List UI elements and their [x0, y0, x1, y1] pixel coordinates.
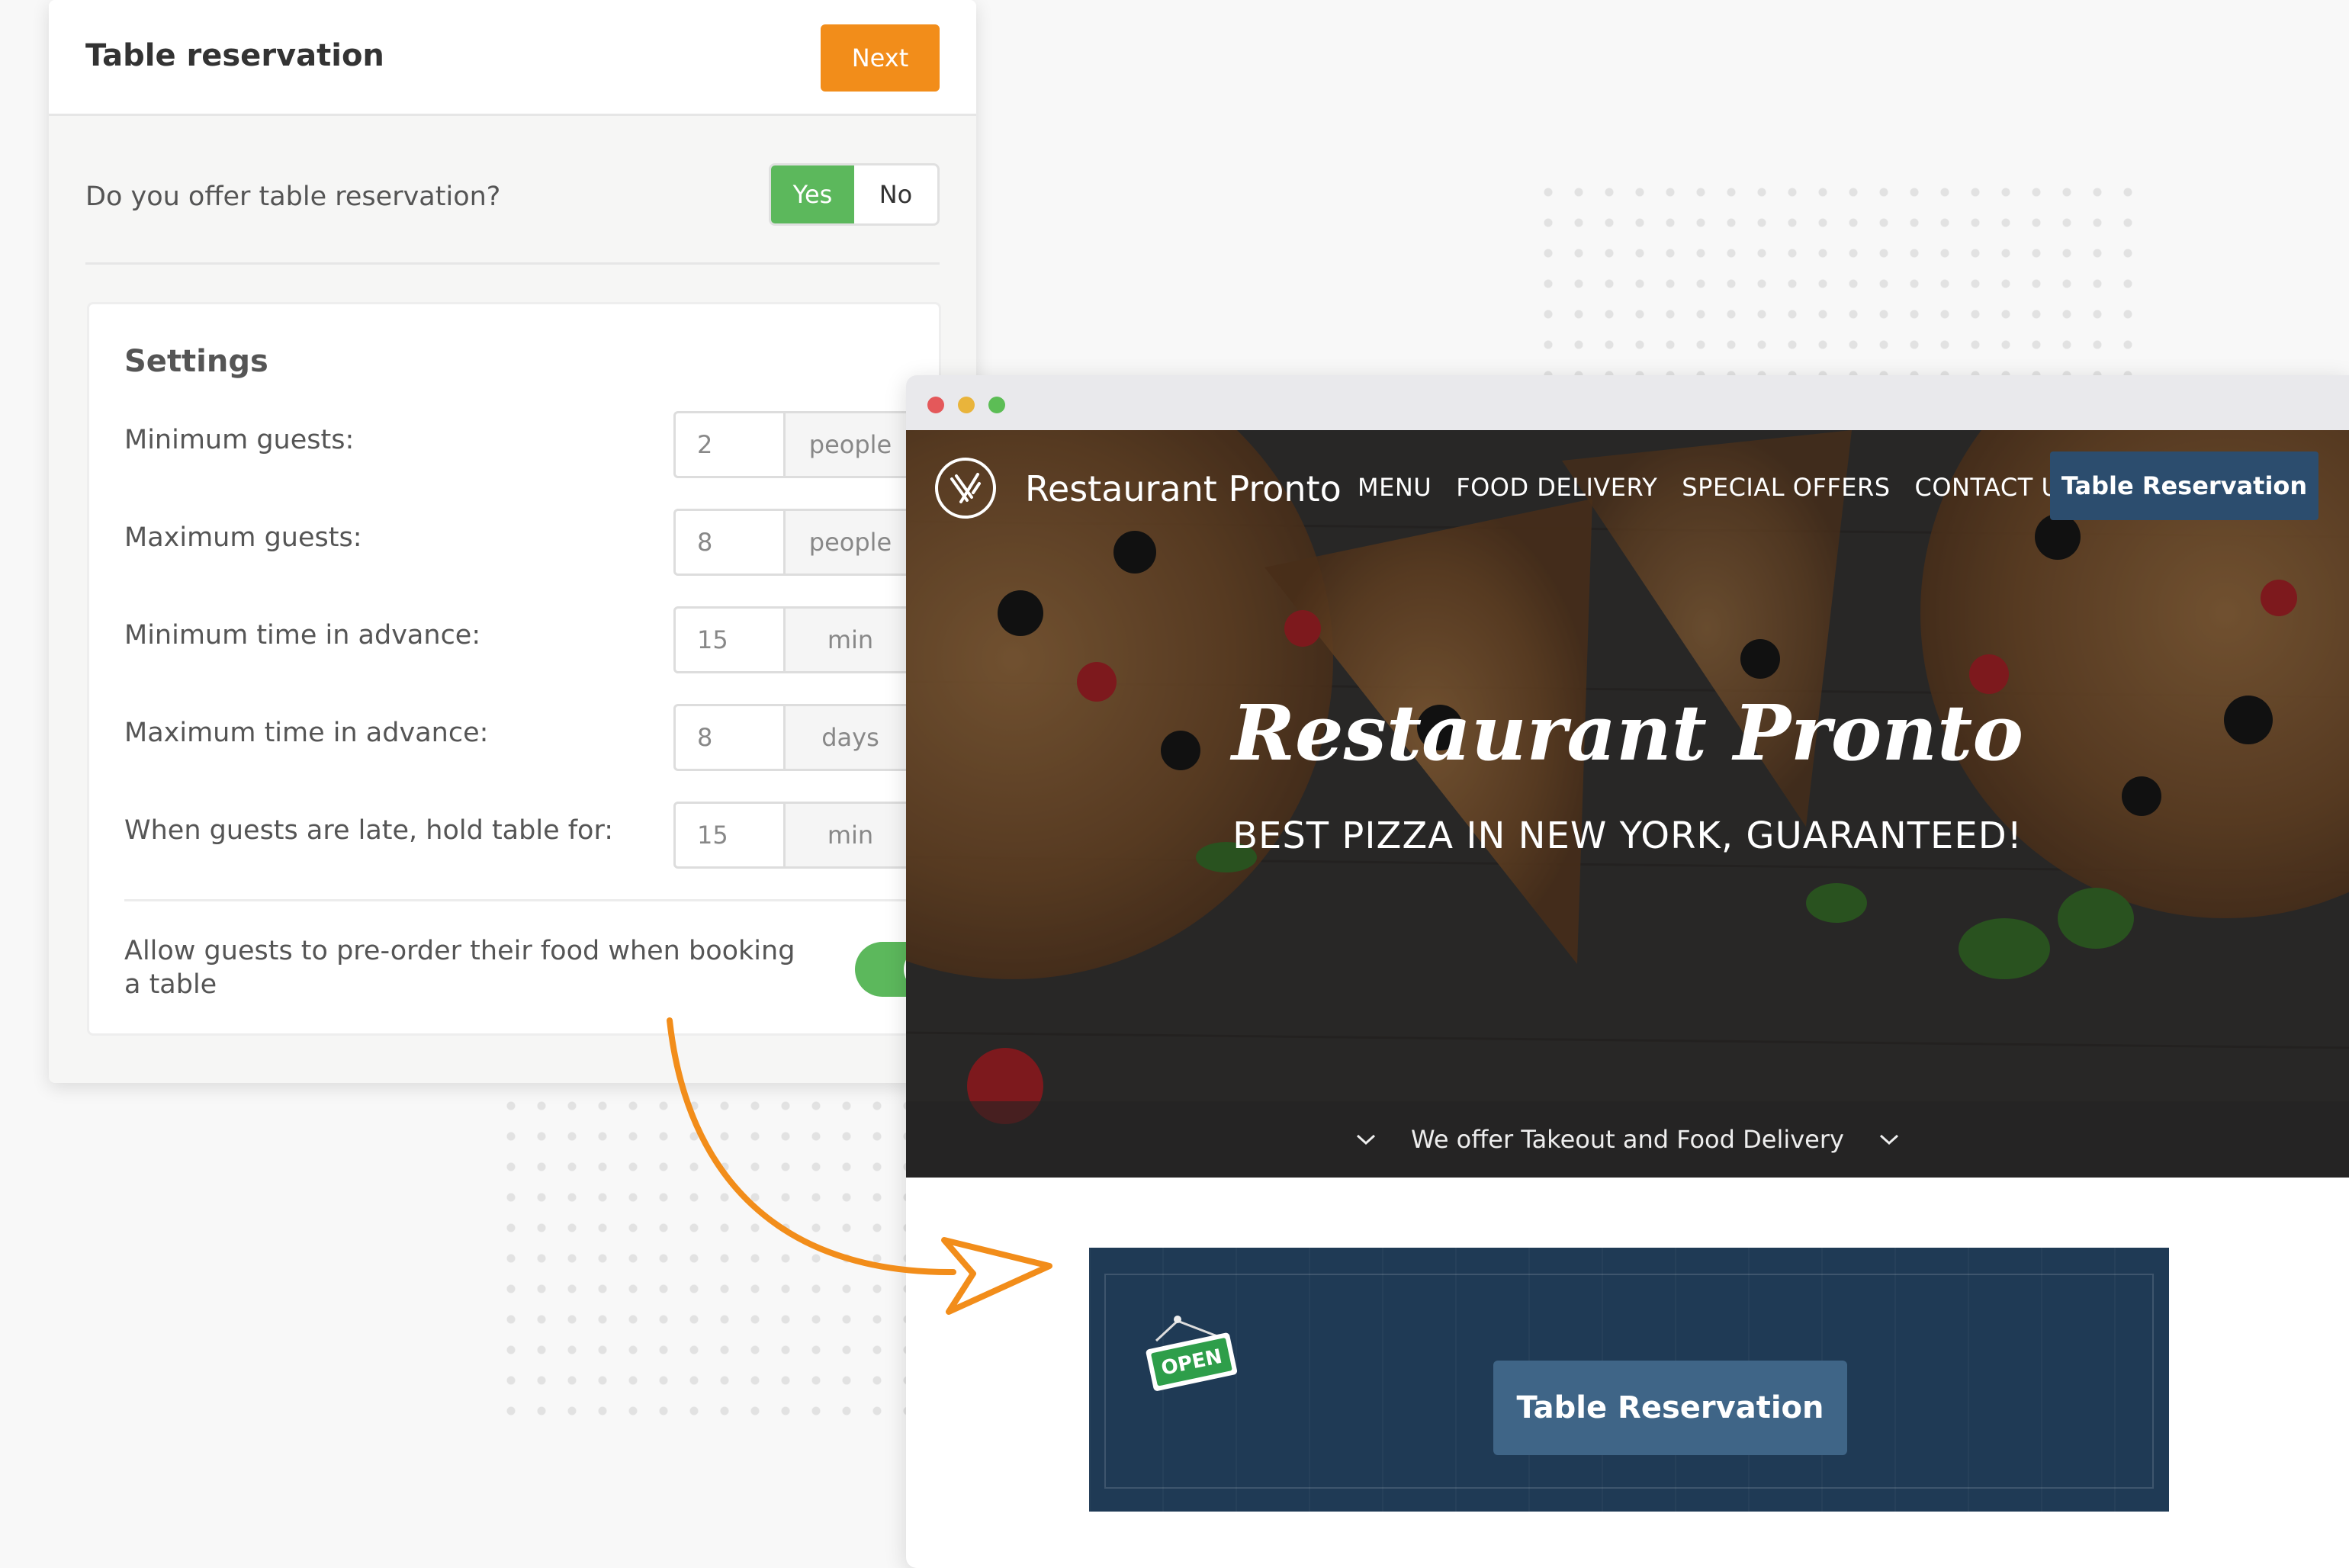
setting-label: Minimum guests: [124, 425, 355, 455]
max-guests-input[interactable]: 8 people [673, 509, 917, 576]
reservation-widget-frame: OPEN Table Reservation [1104, 1274, 2154, 1489]
nav-item-food-delivery[interactable]: FOOD DELIVERY [1456, 473, 1657, 502]
no-option[interactable]: No [854, 165, 937, 223]
panel-title: Table reservation [85, 38, 384, 73]
unit-addon: min [786, 609, 915, 671]
site-nav: MENU FOOD DELIVERY SPECIAL OFFERS CONTAC… [1358, 473, 2075, 502]
setting-label: Maximum time in advance: [124, 718, 489, 748]
site-name[interactable]: Restaurant Pronto [1025, 468, 1342, 509]
decorative-dots [1533, 177, 2143, 383]
settings-title: Settings [124, 344, 268, 379]
setting-row-min-advance: Minimum time in advance: 15 min [124, 606, 940, 673]
settings-card: Settings Minimum guests: 2 people Maximu… [87, 302, 953, 1036]
unit-addon: people [786, 413, 915, 476]
reservation-widget: OPEN Table Reservation [1089, 1248, 2169, 1512]
hold-table-input[interactable]: 15 min [673, 802, 917, 869]
min-guests-input[interactable]: 2 people [673, 411, 917, 478]
reservation-settings-panel: Table reservation Next Do you offer tabl… [49, 0, 976, 1083]
hero-title: Restaurant Pronto [1231, 688, 2024, 778]
input-value[interactable]: 15 [676, 609, 786, 671]
browser-window: Restaurant Pronto MENU FOOD DELIVERY SPE… [906, 375, 2349, 1568]
browser-titlebar [906, 375, 2349, 430]
setting-row-hold-table: When guests are late, hold table for: 15… [124, 802, 940, 869]
nav-item-menu[interactable]: MENU [1358, 473, 1432, 502]
divider [124, 899, 910, 901]
nav-table-reservation-button[interactable]: Table Reservation [2050, 451, 2318, 520]
chevron-down-icon[interactable] [1878, 1132, 1901, 1147]
open-sign-icon: OPEN [1146, 1316, 1238, 1391]
min-advance-input[interactable]: 15 min [673, 606, 917, 673]
next-button[interactable]: Next [821, 24, 940, 92]
input-value[interactable]: 15 [676, 804, 786, 866]
unit-addon: min [786, 804, 915, 866]
minimize-dot-icon[interactable] [958, 397, 975, 413]
setting-row-max-advance: Maximum time in advance: 8 days [124, 704, 940, 771]
input-value[interactable]: 2 [676, 413, 786, 476]
setting-label: Maximum guests: [124, 522, 362, 553]
hero-section: Restaurant Pronto MENU FOOD DELIVERY SPE… [906, 430, 2349, 1178]
pizza-background-image [906, 430, 2349, 1178]
unit-addon: people [786, 511, 915, 574]
curved-arrow-icon [667, 1017, 1052, 1315]
panel-header: Table reservation Next [49, 0, 976, 116]
fork-knife-logo-icon[interactable] [933, 456, 998, 520]
setting-label: When guests are late, hold table for: [124, 815, 614, 846]
chevron-down-icon[interactable] [1354, 1132, 1377, 1147]
takeout-text[interactable]: We offer Takeout and Food Delivery [1411, 1125, 1844, 1154]
table-reservation-button[interactable]: Table Reservation [1493, 1361, 1847, 1455]
yes-no-switch[interactable]: Yes No [769, 163, 940, 226]
input-value[interactable]: 8 [676, 511, 786, 574]
close-dot-icon[interactable] [927, 397, 944, 413]
preorder-label: Allow guests to pre-order their food whe… [124, 936, 795, 1000]
unit-addon: days [786, 706, 915, 769]
hero-subtitle: BEST PIZZA IN NEW YORK, GUARANTEED! [1232, 815, 2023, 857]
takeout-strip: We offer Takeout and Food Delivery [906, 1101, 2349, 1178]
setting-label: Minimum time in advance: [124, 620, 481, 651]
reservation-question: Do you offer table reservation? [85, 182, 501, 212]
divider [85, 262, 940, 265]
nav-item-special-offers[interactable]: SPECIAL OFFERS [1682, 473, 1890, 502]
setting-row-min-guests: Minimum guests: 2 people [124, 411, 940, 478]
yes-option[interactable]: Yes [771, 165, 854, 223]
maximize-dot-icon[interactable] [988, 397, 1005, 413]
max-advance-input[interactable]: 8 days [673, 704, 917, 771]
setting-row-max-guests: Maximum guests: 8 people [124, 509, 940, 576]
input-value[interactable]: 8 [676, 706, 786, 769]
